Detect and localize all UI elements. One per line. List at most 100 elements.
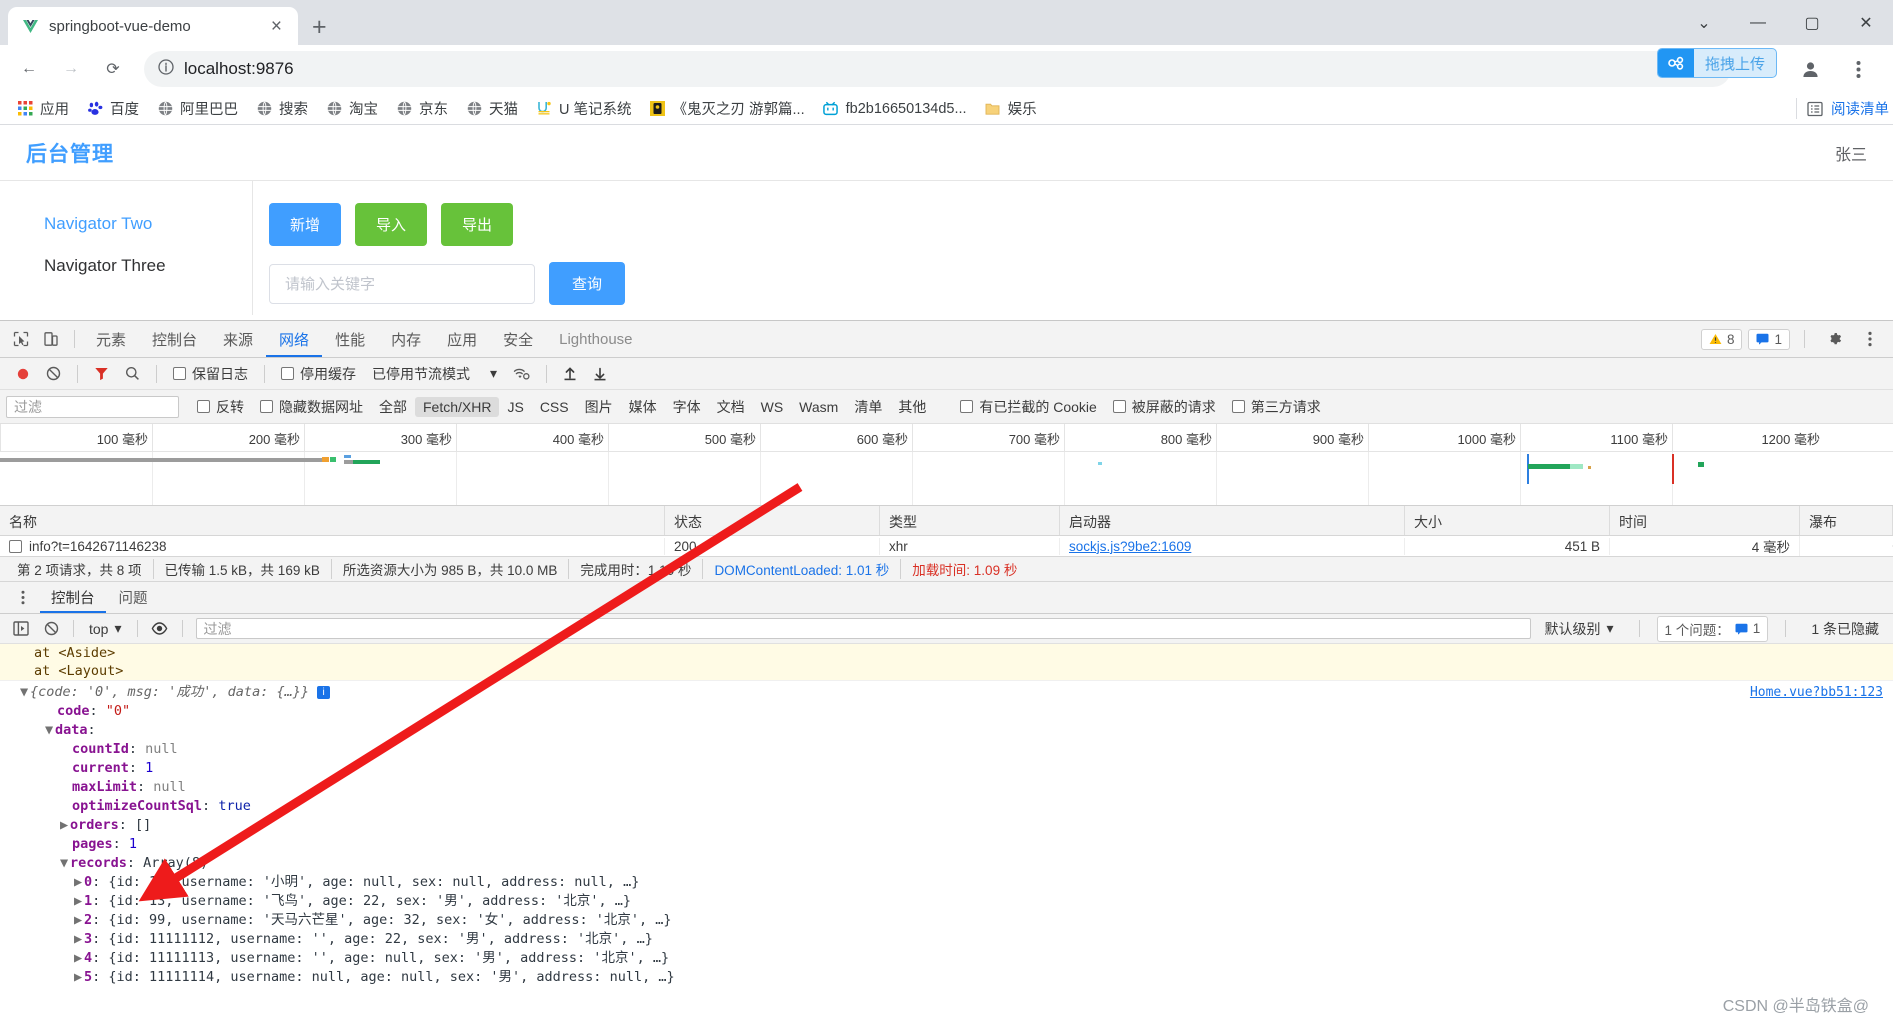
tab-elements[interactable]: 元素: [83, 321, 139, 357]
drawer-tab-issues[interactable]: 问题: [108, 582, 159, 613]
tab-network[interactable]: 网络: [266, 321, 322, 357]
expand-triangle-icon[interactable]: ▶: [74, 931, 84, 948]
new-tab-button[interactable]: +: [312, 15, 327, 40]
chrome-menu-icon[interactable]: [1839, 50, 1877, 88]
search-input[interactable]: 请输入关键字: [269, 263, 535, 304]
column-header-initiator[interactable]: 启动器: [1060, 506, 1405, 535]
console-context-select[interactable]: top ▾: [81, 620, 130, 637]
tab-performance[interactable]: 性能: [322, 321, 378, 357]
console-clear-icon[interactable]: [36, 615, 66, 643]
bookmark-search[interactable]: 搜索: [247, 95, 317, 122]
bookmark-anime[interactable]: 《鬼灭之刃 游郭篇...: [641, 95, 814, 122]
console-issues-badge[interactable]: 1 个问题： 1: [1656, 615, 1769, 642]
bookmark-tmall[interactable]: 天猫: [457, 95, 527, 122]
funnel-icon[interactable]: [86, 366, 117, 381]
window-more-icon[interactable]: ⌄: [1677, 0, 1731, 45]
filter-type-font[interactable]: 字体: [665, 395, 709, 419]
expand-triangle-icon[interactable]: ▶: [74, 893, 84, 910]
tab-console[interactable]: 控制台: [139, 321, 210, 357]
console-filter-input[interactable]: 过滤: [195, 618, 1531, 639]
search-icon[interactable]: [117, 366, 148, 381]
invert-checkbox[interactable]: 反转: [189, 397, 252, 417]
device-toolbar-icon[interactable]: [36, 325, 66, 353]
filter-type-manifest[interactable]: 清单: [846, 395, 890, 419]
table-row[interactable]: info?t=1642671146238 200 xhr sockjs.js?9…: [0, 536, 1893, 556]
column-header-name[interactable]: 名称: [0, 506, 665, 535]
console-record-row[interactable]: ▶ 4: {id: 11111113, username: '', age: nu…: [0, 949, 1893, 968]
window-minimize-icon[interactable]: —: [1731, 0, 1785, 45]
reload-icon[interactable]: ⟳: [94, 50, 132, 88]
live-expression-eye-icon[interactable]: [145, 615, 175, 643]
preserve-log-checkbox[interactable]: 保留日志: [165, 364, 256, 384]
expand-triangle-icon[interactable]: ▼: [20, 684, 30, 701]
add-button[interactable]: 新增: [269, 203, 342, 246]
clear-icon[interactable]: [38, 366, 69, 381]
column-header-time[interactable]: 时间: [1610, 506, 1800, 535]
expand-triangle-icon[interactable]: ▼: [60, 855, 70, 872]
tab-close-icon[interactable]: ×: [267, 17, 286, 36]
bookmark-u-note[interactable]: U 笔记系统: [527, 95, 641, 122]
filter-type-media[interactable]: 媒体: [621, 395, 665, 419]
site-info-icon[interactable]: [158, 58, 174, 80]
bookmark-bilibili[interactable]: fb2b16650134d5...: [814, 98, 976, 120]
info-icon[interactable]: i: [317, 686, 331, 699]
network-overview-timeline[interactable]: 100 毫秒 200 毫秒 300 毫秒 400 毫秒 500 毫秒 600 毫…: [0, 424, 1893, 506]
third-party-checkbox[interactable]: 第三方请求: [1224, 397, 1329, 417]
column-header-size[interactable]: 大小: [1405, 506, 1610, 535]
column-header-status[interactable]: 状态: [665, 506, 880, 535]
gear-icon[interactable]: [1819, 325, 1849, 353]
filter-type-wasm[interactable]: Wasm: [791, 397, 846, 417]
console-tree-row[interactable]: ▶ orders: []: [0, 816, 1893, 835]
filter-type-fetch-xhr[interactable]: Fetch/XHR: [415, 396, 500, 417]
download-arrow-icon[interactable]: [585, 366, 615, 381]
console-record-row[interactable]: ▶ 1: {id: 13, username: '飞鸟', age: 22, se…: [0, 892, 1893, 911]
filter-type-css[interactable]: CSS: [532, 397, 577, 417]
devtools-menu-icon[interactable]: [1855, 325, 1885, 353]
filter-type-all[interactable]: 全部: [371, 395, 415, 419]
query-button[interactable]: 查询: [549, 262, 626, 305]
console-record-row[interactable]: ▶ 2: {id: 99, username: '天马六芒星', age: 32,…: [0, 911, 1893, 930]
hide-data-urls-checkbox[interactable]: 隐藏数据网址: [252, 397, 371, 417]
warning-count-badge[interactable]: 8: [1700, 328, 1743, 350]
console-level-select[interactable]: 默认级别 ▾: [1537, 619, 1622, 639]
expand-triangle-icon[interactable]: ▶: [74, 969, 84, 986]
console-log-entry[interactable]: ▼ {code: '0', msg: '成功', data: {…}} i Hom…: [0, 680, 1893, 987]
filter-type-img[interactable]: 图片: [577, 395, 621, 419]
bookmark-taobao[interactable]: 淘宝: [317, 95, 387, 122]
console-source-link[interactable]: Home.vue?bb51:123: [1750, 684, 1883, 701]
bookmark-baidu[interactable]: 百度: [78, 95, 148, 122]
drawer-tab-console[interactable]: 控制台: [40, 582, 106, 613]
expand-triangle-icon[interactable]: ▶: [74, 950, 84, 967]
window-maximize-icon[interactable]: ▢: [1785, 0, 1839, 45]
blocked-cookies-checkbox[interactable]: 有已拦截的 Cookie: [952, 397, 1104, 417]
browser-tab[interactable]: springboot-vue-demo ×: [8, 7, 298, 45]
expand-triangle-icon[interactable]: ▶: [74, 912, 84, 929]
console-record-row[interactable]: ▶ 0: {id: 10, username: '小明', age: null, …: [0, 873, 1893, 892]
throttling-select[interactable]: 已停用节流模式 ▾: [364, 364, 505, 384]
profile-avatar-icon[interactable]: [1791, 50, 1829, 88]
tab-application[interactable]: 应用: [434, 321, 490, 357]
sidebar-item-navigator-two[interactable]: Navigator Two: [0, 203, 252, 245]
bookmark-jd[interactable]: 京东: [387, 95, 457, 122]
message-count-badge[interactable]: 1: [1748, 328, 1790, 350]
expand-triangle-icon[interactable]: ▶: [60, 817, 70, 834]
address-bar[interactable]: localhost:9876: [144, 51, 1731, 87]
tab-memory[interactable]: 内存: [378, 321, 434, 357]
network-filter-input[interactable]: 过滤: [6, 395, 179, 418]
export-button[interactable]: 导出: [441, 203, 514, 246]
inspect-element-icon[interactable]: [6, 325, 36, 353]
console-tree-row[interactable]: ▼ records: Array(8): [0, 854, 1893, 873]
console-tree-row[interactable]: ▼ data:: [0, 721, 1893, 740]
bookmark-alibaba[interactable]: 阿里巴巴: [148, 95, 247, 122]
forward-icon[interactable]: →: [52, 50, 90, 88]
disable-cache-checkbox[interactable]: 停用缓存: [273, 364, 364, 384]
column-header-type[interactable]: 类型: [880, 506, 1060, 535]
request-initiator[interactable]: sockjs.js?9be2:1609: [1060, 537, 1405, 555]
column-header-waterfall[interactable]: 瀑布: [1800, 506, 1893, 535]
console-sidebar-icon[interactable]: [6, 615, 36, 643]
filter-type-doc[interactable]: 文档: [709, 395, 753, 419]
window-close-icon[interactable]: ✕: [1839, 0, 1893, 45]
sidebar-item-navigator-three[interactable]: Navigator Three: [0, 245, 252, 287]
console-log-summary[interactable]: ▼ {code: '0', msg: '成功', data: {…}} i Hom…: [0, 683, 1893, 702]
back-icon[interactable]: ←: [10, 50, 48, 88]
